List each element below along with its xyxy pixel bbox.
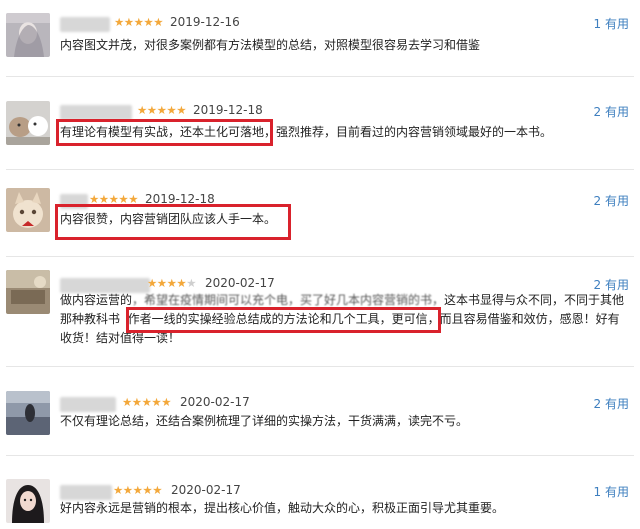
review-date: 2019-12-18 [193,103,263,117]
divider [6,455,634,456]
rating-stars: ★★★★★ [122,395,172,409]
rating-stars: ★★★★★ [137,103,187,117]
review-date: 2019-12-18 [145,192,215,206]
divider [6,256,634,257]
avatar[interactable] [6,391,50,435]
rating-stars: ★★★★★ [114,15,164,29]
review-text: 不仅有理论总结，还结合案例梳理了详细的实操方法，干货满满，读完不亏。 [60,414,469,428]
username-blurred[interactable] [60,17,110,32]
useful-button[interactable]: 2 有用 [594,103,629,120]
avatar[interactable] [6,479,50,523]
blurred-text: ，希望在疫情期间可以充个电，买了好几本内容营销的书， [132,293,445,307]
divider [6,169,634,170]
username-blurred[interactable] [60,194,88,209]
useful-button[interactable]: 2 有用 [594,192,629,209]
avatar[interactable] [6,101,50,145]
rating-stars: ★★★★★ [147,276,197,290]
review-text: 内容图文并茂，对很多案例都有方法模型的总结，对照模型很容易去学习和借鉴 [60,38,481,52]
avatar[interactable] [6,13,50,57]
review-text: 做内容运营的，希望在疫情期间可以充个电，买了好几本内容营销的书，这本书显得与众不… [60,293,625,345]
username-blurred[interactable] [60,397,116,412]
review-date: 2020-02-17 [180,395,250,409]
divider [6,366,634,367]
highlighted-text: 作者一线的实操经验总结成的方法论和几个工具，更可信， [127,312,440,326]
avatar[interactable] [6,270,50,314]
useful-button[interactable]: 1 有用 [594,15,629,32]
review-text: 有理论有模型有实战，还本土化可落地，强烈推荐，目前看过的内容营销领域最好的一本书… [60,125,553,139]
review-date: 2020-02-17 [171,483,241,497]
username-blurred[interactable] [60,105,132,120]
rating-stars: ★★★★★ [89,192,139,206]
review-text: 内容很赞，内容营销团队应该人手一本。 [60,209,626,229]
highlighted-text: 有理论有模型有实战，还本土化可落地， [60,125,277,139]
divider [6,76,634,77]
avatar[interactable] [6,188,50,232]
review-text: 好内容永远是营销的根本，提出核心价值，触动大众的心，积极正面引导尤其重要。 [60,501,505,515]
review-date: 2020-02-17 [205,276,275,290]
rating-stars: ★★★★★ [113,483,163,497]
review-date: 2019-12-16 [170,15,240,29]
useful-button[interactable]: 2 有用 [594,395,629,412]
highlighted-text: 内容很赞，内容营销团队应该人手一本。 [60,212,277,226]
